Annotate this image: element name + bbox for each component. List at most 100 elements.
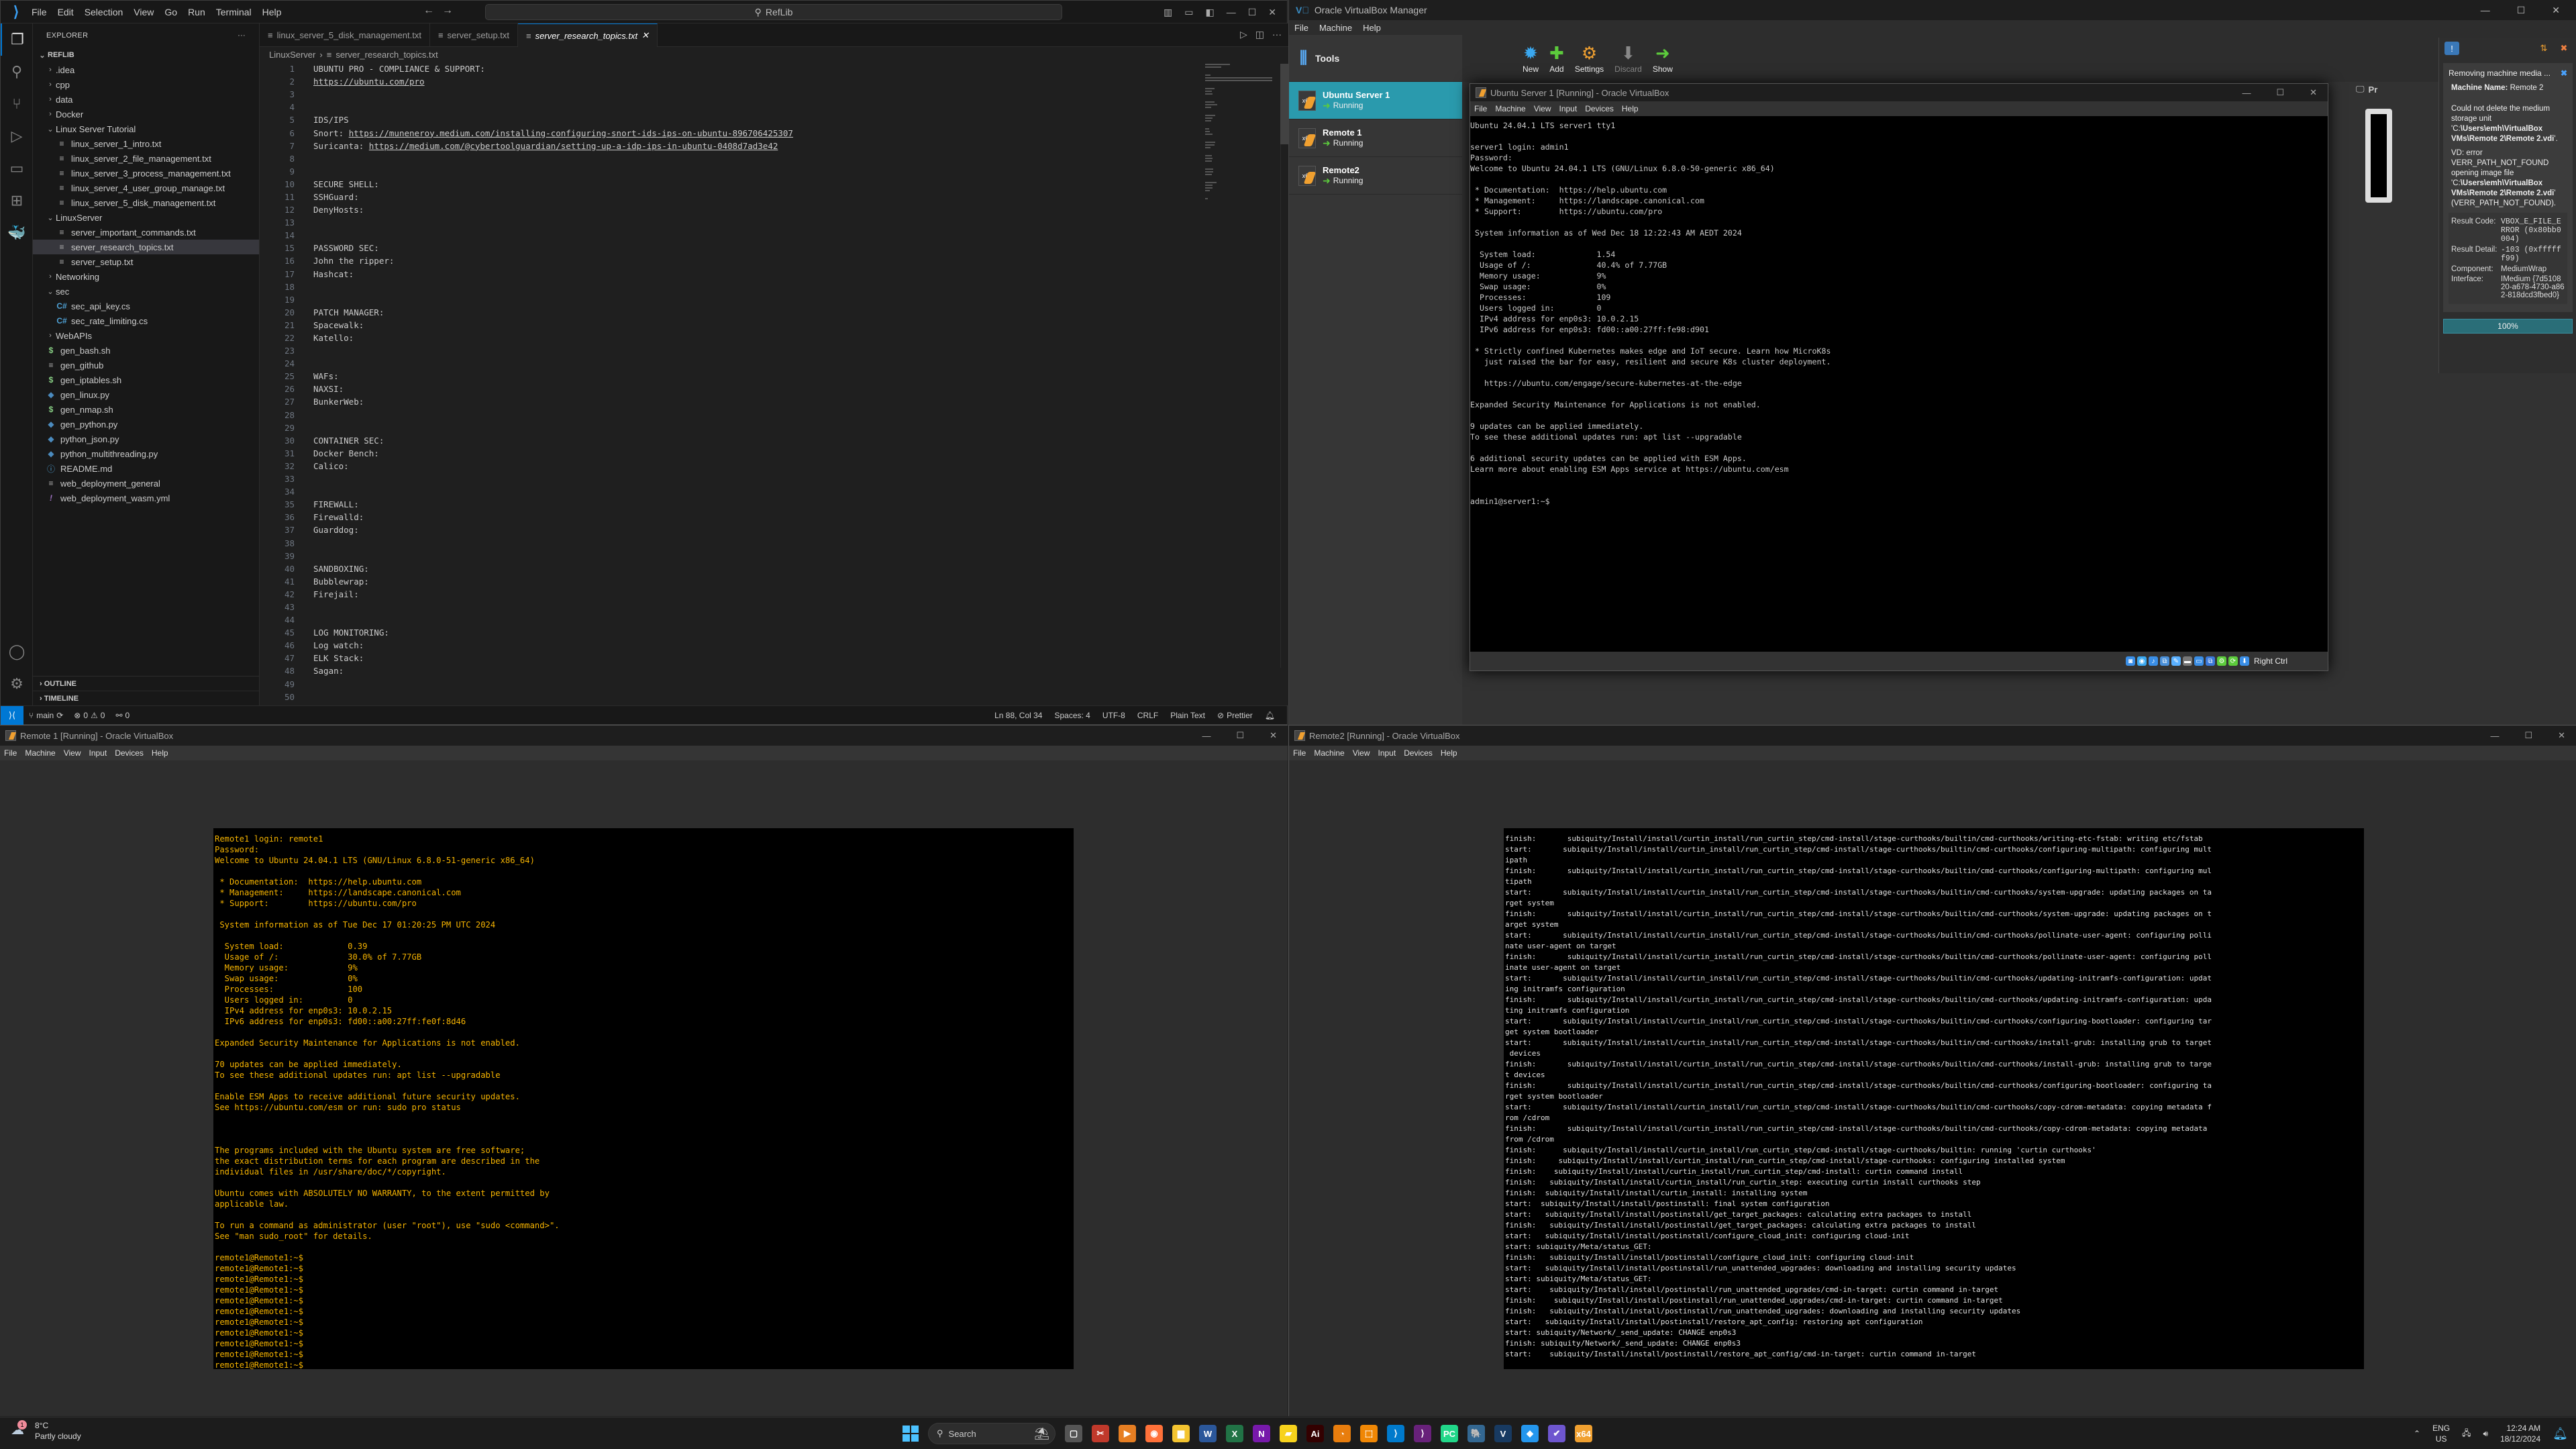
remote1-console[interactable]: Remote1 login: remote1 Password: Welcome t… [213,828,1074,1369]
notification-alert-icon[interactable]: ! [2444,42,2459,55]
taskbar-app-visual-studio[interactable]: ⟩ [1414,1425,1431,1442]
minimize-button[interactable]: — [1227,7,1236,17]
breadcrumb-folder[interactable]: LinuxServer [269,50,315,60]
folder-item[interactable]: ⌄ sec [33,284,259,299]
extensions-icon[interactable]: ⊞ [1,185,33,217]
menu-file[interactable]: File [1289,748,1310,758]
menu-devices[interactable]: Devices [1400,748,1437,758]
menu-view[interactable]: View [128,7,159,17]
menu-selection[interactable]: Selection [79,7,129,17]
ports-status[interactable]: ⚯ 0 [110,711,135,720]
file-item[interactable]: ≡ linux_server_4_user_group_manage.txt [33,181,259,195]
back-arrow-icon[interactable]: ← [423,5,434,17]
file-item[interactable]: ≡ web_deployment_general [33,476,259,491]
menu-file[interactable]: File [1289,23,1314,33]
menu-input[interactable]: Input [1374,748,1400,758]
close-notification-icon[interactable]: ✖ [2561,68,2567,78]
menu-go[interactable]: Go [159,7,183,17]
close-button[interactable]: ✕ [2310,87,2317,98]
search-icon[interactable]: ⚲ [1,56,33,88]
sort-icon[interactable]: ⇅ [2536,42,2551,55]
maximize-button[interactable]: ☐ [1236,730,1244,741]
language-indicator[interactable]: ENG US [2432,1423,2450,1444]
menu-help[interactable]: Help [1357,23,1386,33]
folder-item[interactable]: › .idea [33,62,259,77]
hard-disk-icon[interactable]: ◙ [2125,656,2135,666]
folder-item[interactable]: ⌄ Linux Server Tutorial [33,121,259,136]
file-item[interactable]: ⓘ README.md [33,461,259,476]
file-item[interactable]: C# sec_rate_limiting.cs [33,313,259,328]
taskbar-app-pgadmin[interactable]: 🐘 [1467,1425,1485,1442]
taskbar-app-docker[interactable]: ◆ [1521,1425,1539,1442]
breadcrumb-file[interactable]: server_research_topics.txt [336,50,437,60]
file-item[interactable]: ◆ python_multithreading.py [33,446,259,461]
menu-view[interactable]: View [60,748,85,758]
clock[interactable]: 12:24 AM 18/12/2024 [2500,1423,2540,1444]
timeline-section[interactable]: › TIMELINE [33,691,259,705]
minimize-button[interactable]: — [2481,5,2490,15]
remote2-console[interactable]: finish: subiquity/Install/install/curtin… [1504,828,2364,1369]
vm1-console[interactable]: Ubuntu 24.04.1 LTS server1 tty1 server1 l… [1470,116,2328,653]
optical-drive-icon[interactable]: ◉ [2136,656,2147,666]
settings-gear-icon[interactable]: ⚙ [1,668,33,700]
file-item[interactable]: $ gen_nmap.sh [33,402,259,417]
notification-bell-icon[interactable]: 🔔︎ [2553,1427,2568,1441]
account-icon[interactable]: ◯ [1,636,33,668]
minimize-button[interactable]: — [1202,731,1210,741]
docker-icon[interactable]: 🐳 [1,217,33,249]
run-debug-icon[interactable]: ▷ [1,120,33,152]
notifications-bell-icon[interactable]: 🔔︎ [1259,711,1280,720]
maximize-button[interactable]: ☐ [2517,5,2526,16]
file-item[interactable]: $ gen_bash.sh [33,343,259,358]
prettier-status[interactable]: ⊘ Prettier [1212,711,1258,720]
problems-status[interactable]: ⊗ 0 ⚠ 0 [68,711,110,720]
tab-linux-server-5-disk-management-txt[interactable]: ≡ linux_server_5_disk_management.txt [260,23,430,47]
taskbar-app-excel[interactable]: X [1226,1425,1243,1442]
taskbar-search[interactable]: ⚲ Search ⛱ [928,1423,1055,1444]
remote-indicator-icon[interactable]: ⟩⟨ [1,705,23,725]
vm-list-item[interactable]: x64 Ubuntu Server 1 ➜ Running [1289,82,1462,119]
folder-item[interactable]: › Networking [33,269,259,284]
taskbar-app-word[interactable]: W [1199,1425,1217,1442]
menu-input[interactable]: Input [1555,104,1582,113]
close-button[interactable]: ✕ [2552,5,2560,16]
audio-icon[interactable]: ♪ [2148,656,2158,666]
vm-list-item[interactable]: x64 Remote2 ➜ Running [1289,157,1462,195]
shared-folder-icon[interactable]: ▬ [2182,656,2192,666]
mouse-integration-icon[interactable]: ⟳ [2228,656,2238,666]
code-link[interactable]: https://medium.com/@cybertoolguardian/se… [369,141,778,151]
more-actions-icon[interactable]: ··· [1272,29,1282,40]
tab-server-research-topics-txt[interactable]: ≡ server_research_topics.txt ✕ [518,23,658,47]
sync-icon[interactable]: ⟳ [56,711,63,720]
end-of-line[interactable]: CRLF [1132,711,1164,720]
taskbar-app-virtualbox-manager[interactable]: V [1494,1425,1512,1442]
maximize-button[interactable]: ☐ [2524,730,2532,741]
network-icon[interactable]: ⧉ [2159,656,2169,666]
menu-help[interactable]: Help [1437,748,1461,758]
scrollbar-thumb[interactable] [1280,64,1288,144]
weather-widget[interactable]: ☁ 1 8°C Partly cloudy [11,1420,81,1442]
code-link[interactable]: https://ubuntu.com/pro [313,77,425,87]
editor-scrollbar[interactable] [1280,64,1288,668]
folder-item[interactable]: › cpp [33,77,259,92]
menu-file[interactable]: File [1470,104,1491,113]
menu-devices[interactable]: Devices [1581,104,1618,113]
file-item[interactable]: ≡ linux_server_3_process_management.txt [33,166,259,181]
taskbar-app-snipping-tool[interactable]: ✂ [1092,1425,1109,1442]
code-link[interactable]: https://muneneroy.medium.com/installing-… [349,128,793,138]
taskbar-app-sticky-notes[interactable]: ▰ [1280,1425,1297,1442]
menu-run[interactable]: Run [183,7,211,17]
file-item[interactable]: C# sec_api_key.cs [33,299,259,313]
usb-icon[interactable]: ✎ [2171,656,2181,666]
language-mode[interactable]: Plain Text [1165,711,1210,720]
taskbar-app-illustrator[interactable]: Ai [1306,1425,1324,1442]
vm-list-item[interactable]: x64 Remote 1 ➜ Running [1289,119,1462,157]
toolbar-show-button[interactable]: ➜ Show [1653,43,1673,74]
tray-overflow-icon[interactable]: ⌃ [2414,1429,2420,1438]
start-button[interactable] [903,1426,919,1442]
run-icon[interactable]: ▷ [1240,29,1247,40]
split-editor-icon[interactable]: ◫ [1255,29,1264,40]
sidebar-toggle-icon[interactable]: ◧ [1205,7,1214,18]
download-icon[interactable]: ⬇ [2239,656,2249,666]
explorer-icon[interactable]: ❐ [1,23,33,56]
